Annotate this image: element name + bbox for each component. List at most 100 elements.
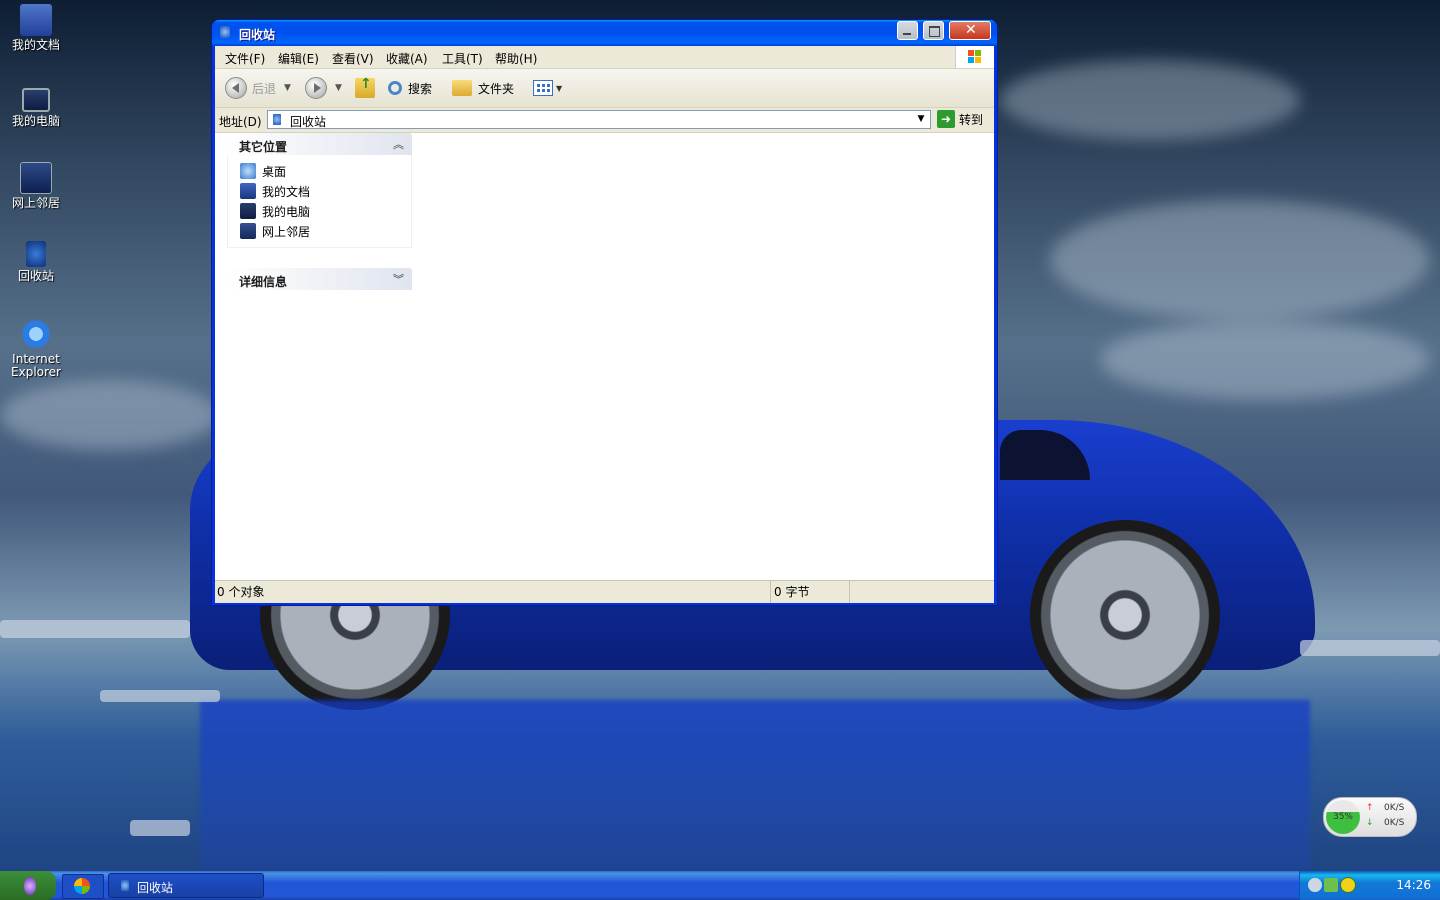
taskbar-recycle-bin-button[interactable]: 回收站 — [108, 873, 264, 898]
desktop-icon-my-computer[interactable]: 我的电脑 — [4, 84, 68, 128]
status-zone — [851, 581, 994, 603]
menu-edit[interactable]: 编辑(E) — [278, 50, 319, 67]
recycle-bin-icon — [273, 114, 281, 125]
minimize-button[interactable] — [897, 21, 918, 40]
toolbar: 后退 ▼ ▼ ↑ 搜索 文件夹 ▼ — [215, 69, 994, 108]
status-objects: 0 个对象 — [215, 581, 771, 603]
place-label: 桌面 — [262, 164, 287, 179]
close-button[interactable]: ✕ — [949, 21, 991, 40]
expand-chevron-icon[interactable]: ︾ — [393, 271, 404, 287]
place-my-documents-link[interactable]: 我的文档 — [240, 181, 411, 201]
forward-button[interactable]: ▼ — [305, 76, 342, 100]
download-arrow-icon: ↓ — [1366, 818, 1374, 828]
other-places-title: 其它位置 — [239, 140, 288, 154]
download-speed: 0K/S — [1384, 818, 1405, 828]
chevron-down-icon: ▼ — [556, 83, 563, 93]
desktop-icon-my-documents[interactable]: 我的文档 — [4, 4, 68, 52]
maximize-icon — [929, 26, 940, 37]
upload-speed: 0K/S — [1384, 803, 1405, 813]
go-button[interactable]: ➜ 转到 — [937, 110, 983, 128]
maximize-button[interactable] — [923, 21, 944, 40]
clock[interactable]: 14:26 — [1396, 878, 1431, 892]
details-header[interactable]: 详细信息 ︾ — [227, 268, 412, 290]
close-icon: ✕ — [965, 22, 977, 38]
chevron-down-icon: ▼ — [284, 83, 291, 93]
desktop-icon-network-places[interactable]: 网上邻居 — [4, 162, 68, 210]
start-button[interactable] — [0, 871, 56, 900]
desktop-icon-label: 我的文档 — [11, 38, 60, 52]
other-places-header[interactable]: 其它位置 ︽ — [227, 133, 412, 155]
back-label: 后退 — [252, 81, 277, 96]
back-arrow-icon — [225, 77, 247, 99]
volume-icon[interactable] — [1308, 878, 1322, 892]
place-label: 网上邻居 — [262, 224, 311, 239]
address-dropdown-button[interactable]: ▼ — [914, 112, 928, 127]
search-icon — [388, 81, 402, 95]
recycle-bin-icon — [220, 26, 230, 38]
recycle-bin-icon — [26, 241, 46, 267]
security-shield-icon[interactable] — [1340, 877, 1356, 893]
network-places-icon — [20, 162, 52, 194]
my-computer-icon — [22, 88, 50, 112]
status-bar: 0 个对象 0 字节 — [215, 580, 994, 603]
taskbar: 回收站 14:26 — [0, 871, 1440, 900]
network-monitor-widget[interactable]: 35% ↑ 0K/S ↓ 0K/S — [1323, 797, 1417, 837]
network-places-icon — [240, 223, 256, 239]
my-documents-icon — [20, 4, 52, 36]
forward-arrow-icon — [305, 77, 327, 99]
system-tray: 14:26 — [1299, 871, 1440, 900]
wallpaper-wheel — [1030, 520, 1220, 710]
menu-file[interactable]: 文件(F) — [225, 50, 265, 67]
place-label: 我的文档 — [262, 184, 311, 199]
internet-explorer-icon — [20, 318, 52, 350]
windows-logo-icon — [955, 46, 994, 68]
folders-button[interactable]: 文件夹 — [452, 76, 514, 100]
search-label: 搜索 — [408, 81, 433, 96]
menu-favorites[interactable]: 收藏(A) — [386, 50, 428, 67]
desktop-icon-label: 回收站 — [17, 269, 54, 283]
menu-view[interactable]: 查看(V) — [332, 50, 374, 67]
desktop-icon-internet-explorer[interactable]: Internet Explorer — [4, 318, 68, 379]
folders-label: 文件夹 — [478, 81, 515, 96]
go-label: 转到 — [959, 112, 984, 127]
other-places-list: 桌面 我的文档 我的电脑 网上邻居 — [227, 155, 412, 248]
go-arrow-icon: ➜ — [937, 110, 955, 128]
desktop-icon-recycle-bin[interactable]: 回收站 — [4, 241, 68, 283]
status-size: 0 字节 — [772, 581, 850, 603]
my-computer-icon — [240, 203, 256, 219]
menu-tools[interactable]: 工具(T) — [442, 50, 483, 67]
ice — [130, 820, 190, 836]
details-title: 详细信息 — [239, 275, 288, 289]
views-button[interactable]: ▼ — [533, 76, 562, 100]
place-label: 我的电脑 — [262, 204, 311, 219]
my-documents-icon — [240, 183, 256, 199]
back-button[interactable]: 后退 ▼ — [225, 76, 291, 100]
network-icon[interactable] — [1324, 878, 1338, 892]
minimize-icon — [903, 33, 911, 35]
up-folder-button[interactable]: ↑ — [355, 76, 375, 100]
ice — [1300, 640, 1440, 656]
recycle-bin-icon — [121, 880, 129, 891]
address-bar: 地址(D) 回收站 ▼ ➜ 转到 — [215, 108, 994, 133]
place-desktop-link[interactable]: 桌面 — [240, 161, 411, 181]
collapse-chevron-icon[interactable]: ︽ — [393, 136, 404, 152]
ice — [100, 690, 220, 702]
place-network-link[interactable]: 网上邻居 — [240, 221, 411, 241]
taskbar-task-label: 回收站 — [137, 881, 174, 895]
quick-launch-icon — [74, 878, 90, 894]
title-bar[interactable]: 回收站 ✕ — [212, 20, 997, 46]
menu-help[interactable]: 帮助(H) — [495, 50, 537, 67]
cloud — [0, 380, 220, 450]
details-panel: 详细信息 ︾ — [227, 268, 412, 290]
desktop-icon-label: 我的电脑 — [11, 114, 60, 128]
search-button[interactable]: 搜索 — [388, 76, 432, 100]
start-orb-icon — [24, 877, 36, 895]
views-icon — [533, 80, 553, 96]
recycle-bin-window: 回收站 ✕ 文件(F) 编辑(E) 查看(V) 收藏(A) 工具(T) 帮助(H… — [212, 20, 997, 605]
place-my-computer-link[interactable]: 我的电脑 — [240, 201, 411, 221]
desktop-icon-label: Explorer — [11, 365, 61, 379]
quick-launch-button[interactable] — [62, 874, 104, 899]
address-input[interactable]: 回收站 ▼ — [267, 110, 931, 129]
menu-bar: 文件(F) 编辑(E) 查看(V) 收藏(A) 工具(T) 帮助(H) — [215, 46, 994, 69]
address-value: 回收站 — [290, 115, 327, 129]
